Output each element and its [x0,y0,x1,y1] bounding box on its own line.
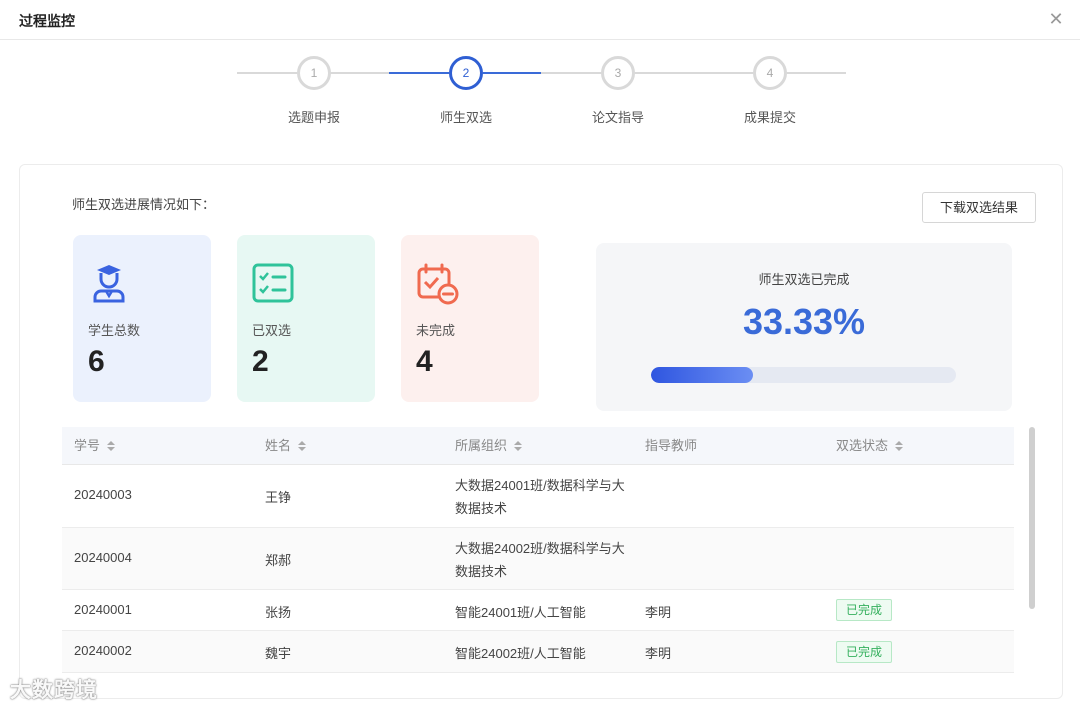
column-header-name[interactable]: 姓名 [265,427,307,465]
table-scrollbar[interactable] [1029,427,1035,609]
watermark-text: 大数跨境 [10,679,98,702]
progress-bar-fill [651,367,753,383]
sort-icon[interactable] [894,440,904,452]
header-label: 学号 [74,438,101,453]
calendar-minus-icon [417,263,459,305]
step-1-label: 选题申报 [287,110,340,125]
watermark-logo: 大数跨境 [10,674,98,704]
cell-org: 大数据24001班/数据科学与大数据技术 [455,478,625,516]
step-line-4-right [787,72,846,74]
cell-name: 张扬 [265,605,292,620]
sort-icon[interactable] [106,440,116,452]
step-3-circle: 3 [601,56,635,90]
cell-org: 智能24001班/人工智能 [455,605,586,620]
cell-org: 大数据24002班/数据科学与大数据技术 [455,541,625,579]
stat-value: 2 [252,345,269,378]
step-line-3-4 [635,72,753,74]
sort-icon[interactable] [297,440,307,452]
step-3-label: 论文指导 [591,110,644,125]
progress-bar-track [651,367,956,383]
table-row[interactable]: 20240004 郑郝 大数据24002班/数据科学与大数据技术 [62,528,1014,590]
cell-teacher: 李明 [645,605,672,620]
header-label: 双选状态 [836,438,889,453]
dialog-header: 过程监控 ✕ [0,0,1080,40]
cell-name: 王铮 [265,490,292,505]
progress-panel: 师生双选进展情况如下： 下载双选结果 学生总数 6 已双选 2 未完成 4 师生… [19,164,1063,699]
cell-id: 20240004 [74,550,132,565]
step-line-3-left [541,72,601,74]
cell-id: 20240003 [74,487,132,502]
panel-intro: 师生双选进展情况如下： [72,197,216,212]
stat-card-total: 学生总数 6 [73,235,211,402]
column-header-org[interactable]: 所属组织 [455,427,523,465]
header-label: 姓名 [265,438,292,453]
student-table: 学号 姓名 所属组织 指导教师 双选状态 20240003 王铮 大数据2400… [62,427,1014,698]
status-badge: 已完成 [836,641,893,663]
status-badge: 已完成 [836,599,893,621]
step-2-label: 师生双选 [439,110,492,125]
table-row[interactable]: 20240002 魏宇 智能24002班/人工智能 李明 已完成 [62,631,1014,673]
progress-percent: 33.33% [742,301,866,342]
column-header-id[interactable]: 学号 [74,427,116,465]
sort-icon[interactable] [513,440,523,452]
stat-card-incomplete: 未完成 4 [401,235,539,402]
header-label: 所属组织 [455,438,508,453]
cell-id: 20240002 [74,643,132,658]
column-header-status[interactable]: 双选状态 [836,427,904,465]
stat-label: 已双选 [252,323,292,338]
checklist-icon [252,263,294,303]
step-1-circle: 1 [297,56,331,90]
column-header-teacher: 指导教师 [645,427,697,465]
close-icon[interactable]: ✕ [1046,9,1066,29]
step-line-2-right [483,72,541,74]
table-row[interactable]: 20240003 王铮 大数据24001班/数据科学与大数据技术 [62,465,1014,528]
progress-title: 师生双选已完成 [758,272,850,287]
cell-id: 20240001 [74,602,132,617]
step-line-1-left [237,72,297,74]
stat-card-selected: 已双选 2 [237,235,375,402]
table-row[interactable]: 20240001 张扬 智能24001班/人工智能 李明 已完成 [62,590,1014,631]
step-line-1-2 [331,72,390,74]
stat-label: 未完成 [416,323,456,338]
step-4-circle: 4 [753,56,787,90]
step-line-2-left [389,72,449,74]
student-icon [93,265,125,303]
stat-value: 4 [416,345,433,378]
stat-label: 学生总数 [88,323,141,338]
cell-name: 魏宇 [265,646,292,661]
table-row-partial [62,673,1014,698]
table-header: 学号 姓名 所属组织 指导教师 双选状态 [62,427,1014,465]
stat-value: 6 [88,345,105,378]
header-label: 指导教师 [645,438,698,453]
cell-org: 智能24002班/人工智能 [455,646,586,661]
step-4-label: 成果提交 [743,110,796,125]
cell-teacher: 李明 [645,646,672,661]
step-2-circle: 2 [449,56,483,90]
cell-name: 郑郝 [265,553,292,568]
progress-card: 师生双选已完成 33.33% [596,243,1012,411]
download-result-button[interactable]: 下载双选结果 [922,192,1036,223]
dialog-title: 过程监控 [19,13,75,29]
